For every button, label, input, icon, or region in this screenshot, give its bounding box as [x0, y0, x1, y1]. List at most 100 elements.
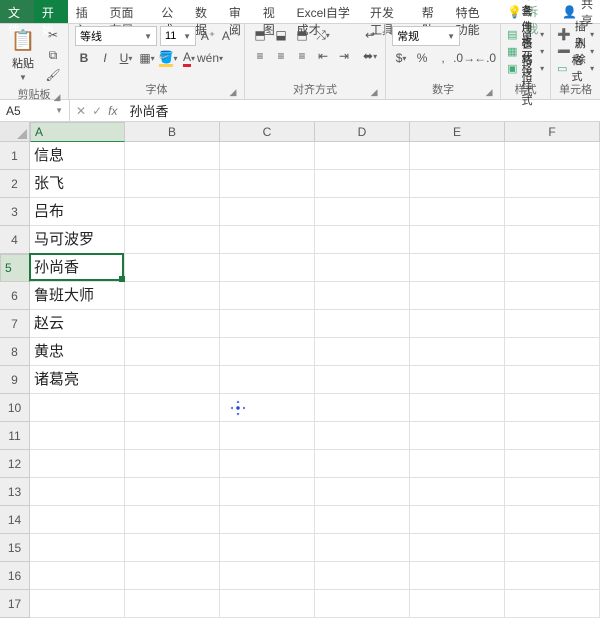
bold-button[interactable]: B: [75, 49, 93, 67]
cell-B14[interactable]: [125, 506, 220, 534]
orientation-button[interactable]: ⤭▾: [314, 26, 332, 44]
tab-1[interactable]: 插入: [68, 0, 102, 23]
cell-B17[interactable]: [125, 590, 220, 618]
cell-A4[interactable]: 马可波罗: [30, 226, 125, 254]
row-header-8[interactable]: 8: [0, 338, 30, 366]
row-header-4[interactable]: 4: [0, 226, 30, 254]
row-header-9[interactable]: 9: [0, 366, 30, 394]
col-header-F[interactable]: F: [505, 122, 600, 142]
row-header-5[interactable]: 5: [0, 254, 30, 282]
cell-F5[interactable]: [505, 254, 600, 282]
increase-indent-button[interactable]: ⇥: [335, 47, 353, 65]
cell-A11[interactable]: [30, 422, 125, 450]
cell-D10[interactable]: [315, 394, 410, 422]
cell-A17[interactable]: [30, 590, 125, 618]
cell-A2[interactable]: 张飞: [30, 170, 125, 198]
formula-input[interactable]: 孙尚香: [123, 101, 600, 120]
row-header-12[interactable]: 12: [0, 450, 30, 478]
align-bottom-button[interactable]: ⬒: [293, 26, 311, 44]
row-header-11[interactable]: 11: [0, 422, 30, 450]
cell-B16[interactable]: [125, 562, 220, 590]
cell-B8[interactable]: [125, 338, 220, 366]
select-all-button[interactable]: [0, 122, 30, 142]
cell-C2[interactable]: [220, 170, 315, 198]
cell-A3[interactable]: 吕布: [30, 198, 125, 226]
cell-F7[interactable]: [505, 310, 600, 338]
dialog-launcher-icon[interactable]: ◢: [369, 87, 379, 97]
tab-2[interactable]: 页面布局: [102, 0, 154, 23]
cell-C6[interactable]: [220, 282, 315, 310]
font-color-button[interactable]: A▾: [180, 49, 198, 67]
cell-C3[interactable]: [220, 198, 315, 226]
dialog-launcher-icon[interactable]: ◢: [484, 87, 494, 97]
cell-B4[interactable]: [125, 226, 220, 254]
cell-A9[interactable]: 诸葛亮: [30, 366, 125, 394]
cell-B10[interactable]: [125, 394, 220, 422]
row-header-13[interactable]: 13: [0, 478, 30, 506]
cell-D6[interactable]: [315, 282, 410, 310]
row-header-10[interactable]: 10: [0, 394, 30, 422]
cell-F4[interactable]: [505, 226, 600, 254]
fill-color-button[interactable]: 🪣▾: [159, 49, 177, 67]
cell-E5[interactable]: [410, 254, 505, 282]
increase-decimal-button[interactable]: .0→: [455, 49, 473, 67]
tab-5[interactable]: 审阅: [221, 0, 255, 23]
cell-D15[interactable]: [315, 534, 410, 562]
col-header-B[interactable]: B: [125, 122, 220, 142]
cell-C12[interactable]: [220, 450, 315, 478]
cell-E6[interactable]: [410, 282, 505, 310]
row-header-1[interactable]: 1: [0, 142, 30, 170]
cell-F11[interactable]: [505, 422, 600, 450]
cell-D2[interactable]: [315, 170, 410, 198]
cell-B11[interactable]: [125, 422, 220, 450]
align-top-button[interactable]: ⬒: [251, 26, 269, 44]
decrease-indent-button[interactable]: ⇤: [314, 47, 332, 65]
cell-E2[interactable]: [410, 170, 505, 198]
cell-B13[interactable]: [125, 478, 220, 506]
cell-E8[interactable]: [410, 338, 505, 366]
cancel-formula-icon[interactable]: ✕: [76, 104, 86, 118]
cell-D9[interactable]: [315, 366, 410, 394]
cell-A10[interactable]: [30, 394, 125, 422]
cell-B1[interactable]: [125, 142, 220, 170]
row-header-17[interactable]: 17: [0, 590, 30, 618]
cell-A14[interactable]: [30, 506, 125, 534]
tab-10[interactable]: 特色功能: [448, 0, 500, 23]
cell-E9[interactable]: [410, 366, 505, 394]
cell-C17[interactable]: [220, 590, 315, 618]
row-header-15[interactable]: 15: [0, 534, 30, 562]
row-header-16[interactable]: 16: [0, 562, 30, 590]
italic-button[interactable]: I: [96, 49, 114, 67]
col-header-C[interactable]: C: [220, 122, 315, 142]
cell-C14[interactable]: [220, 506, 315, 534]
tab-3[interactable]: 公式: [153, 0, 187, 23]
cell-E15[interactable]: [410, 534, 505, 562]
cell-A13[interactable]: [30, 478, 125, 506]
cell-D12[interactable]: [315, 450, 410, 478]
col-header-A[interactable]: A: [30, 122, 125, 142]
cell-D5[interactable]: [315, 254, 410, 282]
cell-B3[interactable]: [125, 198, 220, 226]
cell-B9[interactable]: [125, 366, 220, 394]
align-center-button[interactable]: ≡: [272, 47, 290, 65]
cell-E10[interactable]: [410, 394, 505, 422]
cell-F15[interactable]: [505, 534, 600, 562]
cell-D16[interactable]: [315, 562, 410, 590]
cell-F14[interactable]: [505, 506, 600, 534]
tab-7[interactable]: Excel自学成才: [289, 0, 362, 23]
cell-A6[interactable]: 鲁班大师: [30, 282, 125, 310]
align-right-button[interactable]: ≡: [293, 47, 311, 65]
cell-C10[interactable]: [220, 394, 315, 422]
align-middle-button[interactable]: ⬓: [272, 26, 290, 44]
cell-B12[interactable]: [125, 450, 220, 478]
cell-F10[interactable]: [505, 394, 600, 422]
copy-button[interactable]: ⧉: [44, 46, 62, 64]
cell-C8[interactable]: [220, 338, 315, 366]
cell-F3[interactable]: [505, 198, 600, 226]
merge-center-button[interactable]: ⬌▾: [361, 47, 379, 65]
cell-F17[interactable]: [505, 590, 600, 618]
cell-D1[interactable]: [315, 142, 410, 170]
cell-C5[interactable]: [220, 254, 315, 282]
percent-button[interactable]: %: [413, 49, 431, 67]
cell-C11[interactable]: [220, 422, 315, 450]
